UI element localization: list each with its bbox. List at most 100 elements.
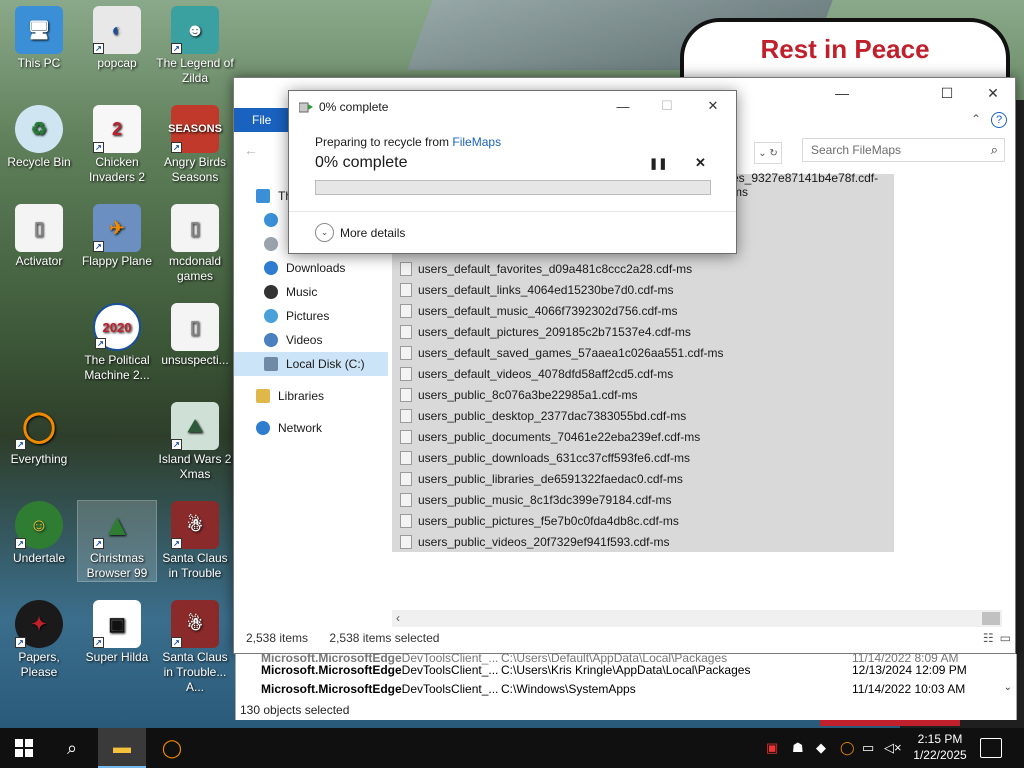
nav-item-music[interactable]: Music (264, 280, 317, 304)
desktop-icon-mcdonald-games[interactable]: ▯ mcdonald games (156, 204, 234, 284)
tray-icon-3[interactable]: ◆ (816, 728, 826, 768)
hilda-icon: ▣ ↗ (93, 600, 141, 648)
search-button[interactable]: ⌕ (48, 728, 96, 768)
file-row[interactable]: users_public_downloads_631cc37cff593fe6.… (392, 447, 894, 468)
file-row[interactable]: users_public_videos_20f7329ef941f593.cdf… (392, 531, 894, 552)
nav-item-libraries[interactable]: Libraries (256, 384, 324, 408)
search-input[interactable]: Search FileMaps ⌕ (802, 138, 1005, 162)
start-button[interactable] (0, 728, 48, 768)
file-icon (400, 471, 412, 486)
more-details-button[interactable]: ⌄ More details (315, 223, 405, 242)
nav-item-pictures[interactable]: Pictures (264, 304, 329, 328)
file-row[interactable]: users_default_favorites_d09a481c8ccc2a28… (392, 258, 894, 279)
papers-please-icon: ✦ ↗ (15, 600, 63, 648)
scroll-left-icon[interactable]: ‹ (396, 611, 400, 625)
search-icon: ⌕ (66, 737, 78, 758)
angry-bird-icon: SEASONS ↗ (168, 105, 222, 153)
desktop-icon-legend-of-zilda[interactable]: ☻ ↗ The Legend of Zilda (156, 6, 234, 86)
address-dropdown-button[interactable]: ⌄ ↻ (754, 142, 782, 164)
file-row[interactable]: es_9327e87141b4e78f.cdf-ms (732, 171, 894, 199)
file-icon (400, 324, 412, 339)
file-row[interactable]: users_default_saved_games_57aaea1c026aa5… (392, 342, 894, 363)
desktop-icon-chicken-invaders[interactable]: 2 ↗ Chicken Invaders 2 (78, 105, 156, 185)
taskbar-everything[interactable]: ◯ (148, 728, 196, 768)
plane-icon: ✈ ↗ (93, 204, 141, 252)
nav-item-hidden-1[interactable] (264, 208, 286, 232)
dialog-minimize-button[interactable]: — (603, 95, 643, 117)
desktop-icon-christmas-browser[interactable]: ▲ ↗ Christmas Browser 99 (77, 500, 157, 582)
desktop-icon-papers-please[interactable]: ✦ ↗ Papers, Please (0, 600, 78, 680)
desktop-icon-island-wars[interactable]: ⛰ ↗ Island Wars 2 Xmas (156, 402, 234, 482)
file-row[interactable]: users_public_pictures_f5e7b0c0fda4db8c.c… (392, 510, 894, 531)
tray-icon-4[interactable]: ◯ (840, 728, 855, 768)
network-tray[interactable]: ▭ (862, 728, 874, 768)
file-row[interactable]: users_public_libraries_de6591322faedac0.… (392, 468, 894, 489)
taskbar-file-explorer[interactable]: ▬ (98, 728, 146, 768)
tray-app-icon: ▣ (766, 740, 779, 755)
minimize-button[interactable]: — (819, 78, 865, 108)
desktop-icon-everything[interactable]: ◯ ↗ Everything (0, 402, 78, 467)
desktop-icon-undertale[interactable]: ☺ ↗ Undertale (0, 501, 78, 566)
pictures-icon (264, 309, 278, 323)
desktop-icon-this-pc[interactable]: 🖥 This PC (0, 6, 78, 71)
file-icon (400, 366, 412, 381)
file-row[interactable]: users_default_links_4064ed15230be7d0.cdf… (392, 279, 894, 300)
desktop-icon-popcap[interactable]: ◐ ↗ popcap (78, 6, 156, 71)
clock[interactable]: 2:15 PM 1/22/2025 (904, 731, 976, 763)
people-icon: ☗ (792, 740, 804, 755)
back-arrow-icon[interactable]: ← (244, 142, 258, 158)
file-row[interactable]: users_default_videos_4078dfd58aff2cd5.cd… (392, 363, 894, 384)
search-results-window[interactable]: Microsoft.MicrosoftEdgeDevToolsClient_..… (235, 651, 1018, 720)
close-button[interactable]: ✕ (970, 78, 1016, 108)
tray-icon-1[interactable]: ▣ (766, 728, 778, 768)
maximize-button[interactable]: ☐ (924, 78, 970, 108)
wallpaper-red-accent (820, 720, 960, 726)
desktop-icon-flappy-plane[interactable]: ✈ ↗ Flappy Plane (78, 204, 156, 269)
recycle-progress-dialog[interactable]: 0% complete — ☐ ✕ Preparing to recycle f… (288, 90, 737, 254)
notification-icon[interactable] (980, 738, 1002, 758)
pause-icon[interactable]: ❚❚ (649, 157, 667, 170)
tray-icon-2[interactable]: ☗ (792, 728, 804, 768)
file-row[interactable]: users_public_8c076a3be22985a1.cdf-ms (392, 384, 894, 405)
desktop-icon-angry-birds[interactable]: SEASONS ↗ Angry Birds Seasons (156, 105, 234, 185)
nav-item-videos[interactable]: Videos (264, 328, 322, 352)
scroll-down-icon[interactable]: ⌄ (1004, 682, 1012, 693)
desktop-icon-recycle-bin[interactable]: ♻ Recycle Bin (0, 105, 78, 170)
chevron-up-icon[interactable]: ⌃ (971, 112, 981, 126)
dialog-maximize-button: ☐ (661, 98, 673, 113)
volume-tray[interactable]: ◁× (884, 728, 902, 768)
file-menu-tab[interactable]: File (234, 108, 290, 132)
help-icon[interactable]: ? (991, 112, 1007, 128)
file-row[interactable]: users_public_documents_70461e22eba239ef.… (392, 426, 894, 447)
cancel-icon[interactable]: ✕ (695, 155, 706, 171)
preparing-text: Preparing to recycle from FileMaps (315, 135, 502, 149)
file-row[interactable]: users_public_music_8c1f3dc399e79184.cdf-… (392, 489, 894, 510)
everything-search-icon: ◯ ↗ (15, 402, 63, 450)
nav-item-hidden-2[interactable] (264, 232, 286, 256)
desktop-icon-political-machine[interactable]: 2020 ↗ The Political Machine 2... (78, 303, 156, 383)
result-row[interactable]: Microsoft.MicrosoftEdgeDevToolsClient_..… (236, 660, 1018, 679)
result-row[interactable]: Microsoft.MicrosoftEdgeDevToolsClient_..… (236, 679, 1018, 698)
large-icons-view-icon[interactable]: ▭ (1000, 631, 1011, 645)
taskbar: ⌕ ▬ ◯ ▣ ☗ ◆ ◯ ▭ ◁× 2:15 PM 1/22/2025 (0, 728, 1024, 768)
popcap-icon: ◐ ↗ (93, 6, 141, 54)
nav-item-local-disk[interactable]: Local Disk (C:) (234, 352, 388, 376)
details-view-icon[interactable]: ☷ (983, 631, 994, 645)
horizontal-scrollbar[interactable]: ‹ (392, 610, 1002, 627)
scrollbar-thumb[interactable] (982, 612, 1000, 625)
source-folder-link[interactable]: FileMaps (452, 135, 501, 149)
desktop-icon-activator[interactable]: ▯ Activator (0, 204, 78, 269)
desktop-icon-unsuspecti[interactable]: ▯ unsuspecti... (156, 303, 234, 368)
file-row[interactable]: users_default_music_4066f7392302d756.cdf… (392, 300, 894, 321)
file-icon (400, 282, 412, 297)
file-row[interactable]: users_public_desktop_2377dac7383055bd.cd… (392, 405, 894, 426)
desktop-icon-santa-claus[interactable]: ☃ ↗ Santa Claus in Trouble (156, 501, 234, 581)
nav-item-this-pc[interactable]: Th (256, 184, 292, 208)
nav-item-downloads[interactable]: Downloads (264, 256, 345, 280)
nav-item-network[interactable]: Network (256, 416, 322, 440)
desktop-icon-super-hilda[interactable]: ▣ ↗ Super Hilda (78, 600, 156, 665)
dialog-close-button[interactable]: ✕ (693, 95, 733, 117)
desktop-icon-santa-claus-a[interactable]: ☃ ↗ Santa Claus in Trouble... A... (156, 600, 234, 695)
file-icon (400, 450, 412, 465)
file-row[interactable]: users_default_pictures_209185c2b71537e4.… (392, 321, 894, 342)
